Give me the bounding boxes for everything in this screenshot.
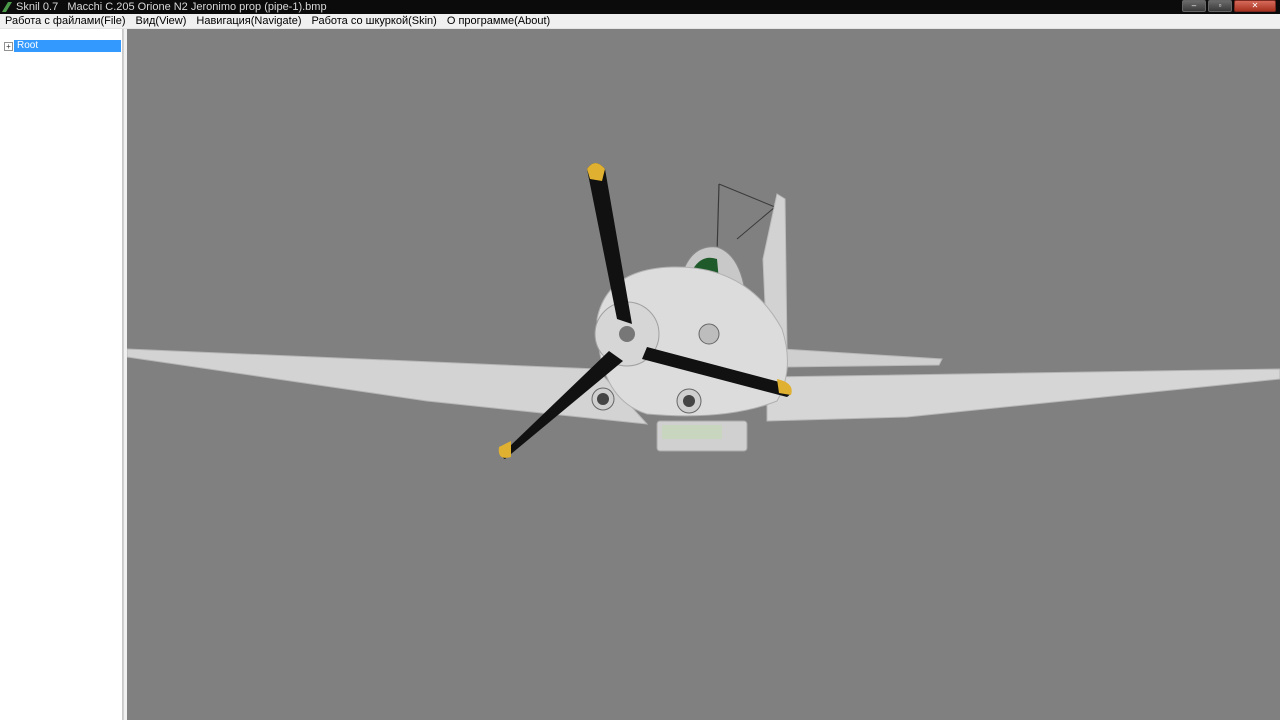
3d-viewport[interactable] xyxy=(127,29,1280,720)
maximize-button[interactable]: ▫ xyxy=(1208,0,1232,12)
window-controls: – ▫ ✕ xyxy=(1182,0,1276,12)
menu-file[interactable]: Работа с файлами(File) xyxy=(0,14,131,28)
window-title: Sknil 0.7 Macchi C.205 Orione N2 Jeronim… xyxy=(16,1,327,13)
menu-navigate[interactable]: Навигация(Navigate) xyxy=(191,14,306,28)
app-icon xyxy=(2,2,12,12)
expand-icon[interactable]: + xyxy=(4,41,13,51)
menu-bar: Работа с файлами(File) Вид(View) Навигац… xyxy=(0,14,1280,29)
aircraft-model xyxy=(127,163,1280,459)
title-bar: Sknil 0.7 Macchi C.205 Orione N2 Jeronim… xyxy=(0,0,1280,14)
menu-about[interactable]: О программе(About) xyxy=(442,14,555,28)
close-button[interactable]: ✕ xyxy=(1234,0,1276,12)
tree-panel: + Root xyxy=(0,29,123,720)
tree-node-root[interactable]: + Root xyxy=(4,40,40,52)
menu-view[interactable]: Вид(View) xyxy=(131,14,192,28)
minimize-button[interactable]: – xyxy=(1182,0,1206,12)
menu-skin[interactable]: Работа со шкуркой(Skin) xyxy=(307,14,442,28)
tree-node-label[interactable]: Root xyxy=(16,40,40,52)
